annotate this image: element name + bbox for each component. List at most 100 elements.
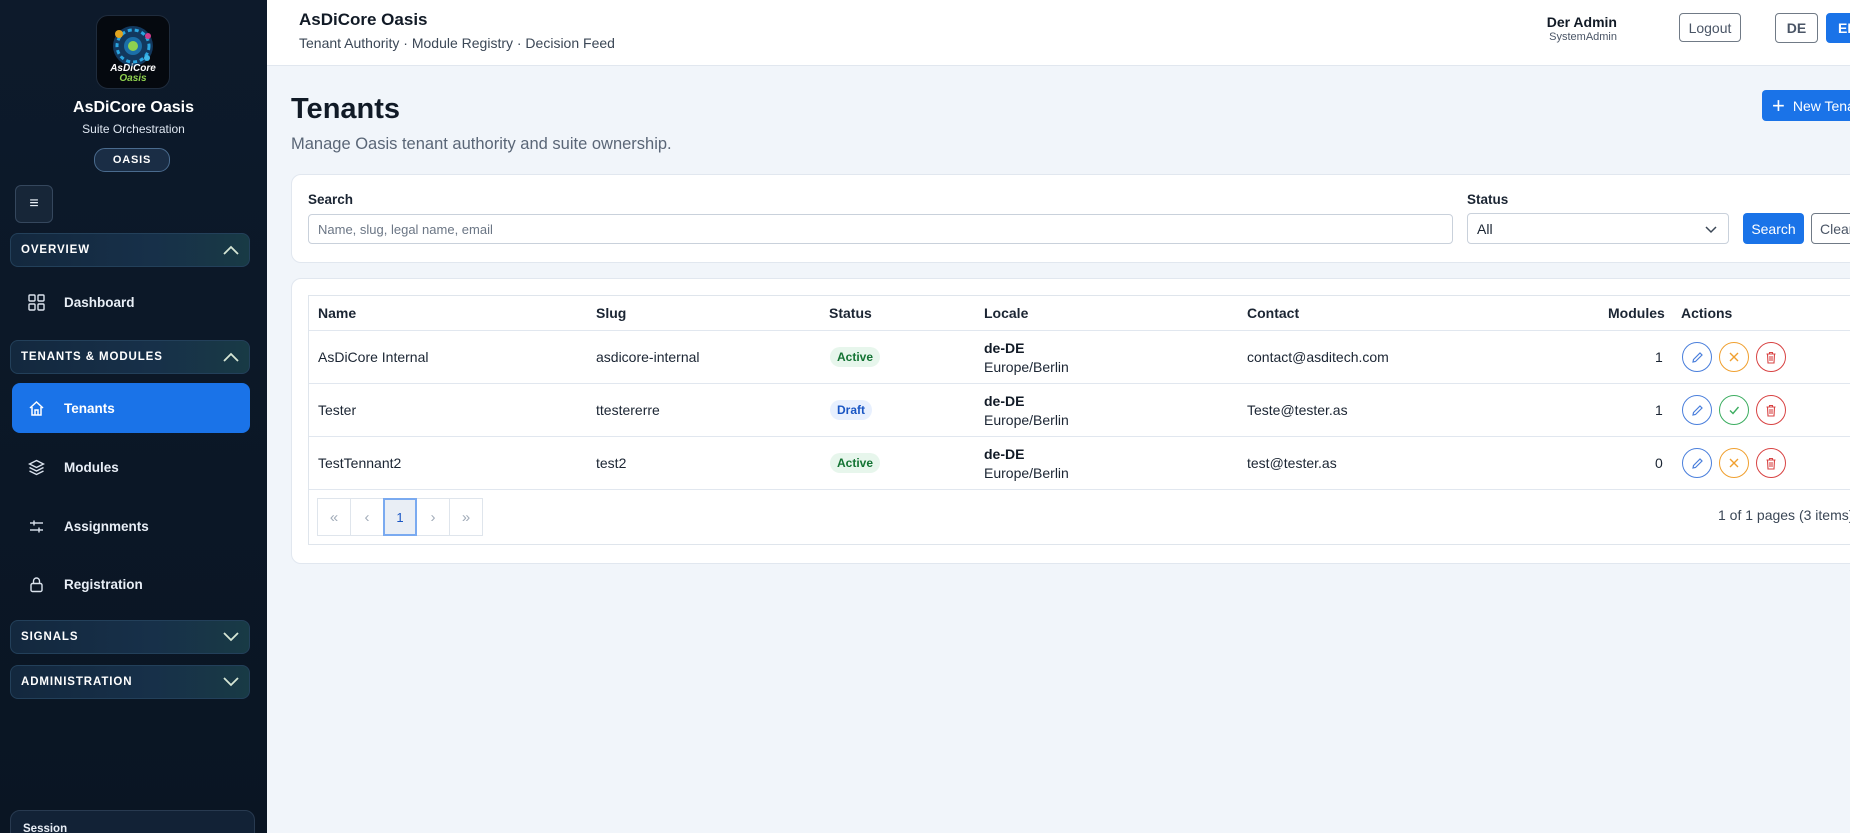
session-card: Session (10, 810, 255, 833)
sidebar-item-dashboard[interactable]: Dashboard (12, 277, 250, 327)
sidebar: AsDiCore Oasis AsDiCore Oasis Suite Orch… (0, 0, 267, 833)
sidebar-item-label: Modules (64, 459, 119, 475)
first-page-button[interactable]: « (317, 498, 351, 536)
search-input[interactable] (308, 214, 1453, 244)
brand-logo: AsDiCore Oasis (96, 15, 170, 89)
deactivate-button[interactable] (1719, 342, 1749, 372)
brand-name: AsDiCore Oasis (73, 99, 194, 116)
cell-locale: de-DE (984, 393, 1025, 409)
column-header-locale[interactable]: Locale (984, 305, 1028, 321)
cell-name: AsDiCore Internal (318, 349, 429, 365)
column-header-status[interactable]: Status (829, 305, 872, 321)
sidebar-item-tenants[interactable]: Tenants (12, 383, 250, 433)
row-divider (309, 489, 1850, 490)
page-button-current[interactable]: 1 (383, 498, 417, 536)
sidebar-item-registration[interactable]: Registration (12, 559, 250, 609)
activate-button[interactable] (1719, 395, 1749, 425)
chevron-down-icon (223, 677, 239, 687)
status-badge: Draft (830, 400, 873, 420)
clear-button[interactable]: Clear (1811, 213, 1850, 244)
next-page-button[interactable]: › (416, 498, 450, 536)
app-title: AsDiCore Oasis (299, 10, 428, 29)
row-divider (309, 330, 1850, 331)
column-header-slug[interactable]: Slug (596, 305, 626, 321)
app-subtitle: Tenant Authority · Module Registry · Dec… (299, 35, 615, 51)
section-label: OVERVIEW (21, 244, 90, 256)
cell-name: Tester (318, 402, 357, 418)
new-tenant-label: New Tenant (1792, 97, 1850, 114)
top-header: AsDiCore Oasis Tenant Authority · Module… (267, 0, 1850, 66)
pencil-icon (1691, 457, 1703, 469)
status-badge: Active (830, 453, 881, 473)
brand-subtitle: Suite Orchestration (82, 122, 185, 136)
status-label: Status (1467, 192, 1509, 207)
sidebar-item-modules[interactable]: Modules (12, 442, 250, 492)
cell-contact: Teste@tester.as (1247, 402, 1348, 418)
cell-timezone: Europe/Berlin (984, 412, 1069, 428)
svg-text:Oasis: Oasis (119, 73, 147, 84)
logout-button[interactable]: Logout (1679, 13, 1741, 42)
pagination-info: 1 of 1 pages (3 items) (1718, 507, 1850, 523)
chevron-up-icon (223, 352, 239, 362)
section-tenants-modules[interactable]: TENANTS & MODULES (10, 340, 250, 374)
close-icon (1729, 458, 1739, 468)
sidebar-item-label: Dashboard (64, 294, 135, 310)
brand-badge: OASIS (94, 148, 170, 172)
delete-button[interactable] (1756, 395, 1786, 425)
trash-icon (1766, 457, 1776, 470)
cell-contact: contact@asditech.com (1247, 349, 1389, 365)
cell-modules: 1 (1655, 349, 1663, 365)
cell-slug: ttestererre (596, 402, 660, 418)
status-select[interactable]: All (1467, 213, 1729, 244)
trash-icon (1766, 404, 1776, 417)
lock-icon (26, 574, 46, 594)
new-tenant-button[interactable]: + New Tenant (1762, 90, 1850, 121)
chevron-down-icon (223, 632, 239, 642)
last-page-button[interactable]: » (449, 498, 483, 536)
cell-timezone: Europe/Berlin (984, 465, 1069, 481)
status-select-value: All (1477, 220, 1493, 237)
cell-locale: de-DE (984, 340, 1025, 356)
edit-button[interactable] (1682, 395, 1712, 425)
sidebar-item-label: Registration (64, 576, 143, 592)
cell-slug: test2 (596, 455, 627, 471)
search-button[interactable]: Search (1743, 213, 1804, 244)
tenants-table (308, 295, 1850, 545)
user-name: Der Admin (1546, 14, 1617, 30)
page-title: Tenants (291, 93, 401, 125)
sidebar-item-assignments[interactable]: Assignments (12, 501, 250, 551)
row-divider (309, 436, 1850, 437)
cell-contact: test@tester.as (1247, 455, 1337, 471)
cell-locale: de-DE (984, 446, 1025, 462)
column-header-actions: Actions (1681, 305, 1733, 321)
page-description: Manage Oasis tenant authority and suite … (291, 135, 672, 153)
delete-button[interactable] (1756, 448, 1786, 478)
delete-button[interactable] (1756, 342, 1786, 372)
edit-button[interactable] (1682, 448, 1712, 478)
layers-icon (26, 457, 46, 477)
column-header-modules[interactable]: Modules (1608, 305, 1665, 321)
sidebar-item-label: Assignments (64, 518, 149, 534)
lang-de-button[interactable]: DE (1775, 13, 1818, 43)
section-overview[interactable]: OVERVIEW (10, 233, 250, 267)
menu-toggle-button[interactable]: ≡ (15, 185, 53, 223)
sidebar-item-label: Tenants (64, 400, 115, 416)
prev-page-button[interactable]: ‹ (350, 498, 384, 536)
edit-button[interactable] (1682, 342, 1712, 372)
lang-en-button[interactable]: EN (1826, 13, 1850, 43)
section-administration[interactable]: ADMINISTRATION (10, 665, 250, 699)
cell-modules: 1 (1655, 402, 1663, 418)
session-label: Session (23, 823, 68, 833)
section-label: TENANTS & MODULES (21, 351, 163, 363)
trash-icon (1766, 351, 1776, 364)
check-icon (1729, 406, 1740, 415)
pencil-icon (1691, 351, 1703, 363)
column-header-contact[interactable]: Contact (1247, 305, 1299, 321)
deactivate-button[interactable] (1719, 448, 1749, 478)
sliders-icon (26, 516, 46, 536)
section-label: SIGNALS (21, 631, 79, 643)
section-signals[interactable]: SIGNALS (10, 620, 250, 654)
column-header-name[interactable]: Name (318, 305, 356, 321)
status-badge: Active (830, 347, 881, 367)
cell-timezone: Europe/Berlin (984, 359, 1069, 375)
